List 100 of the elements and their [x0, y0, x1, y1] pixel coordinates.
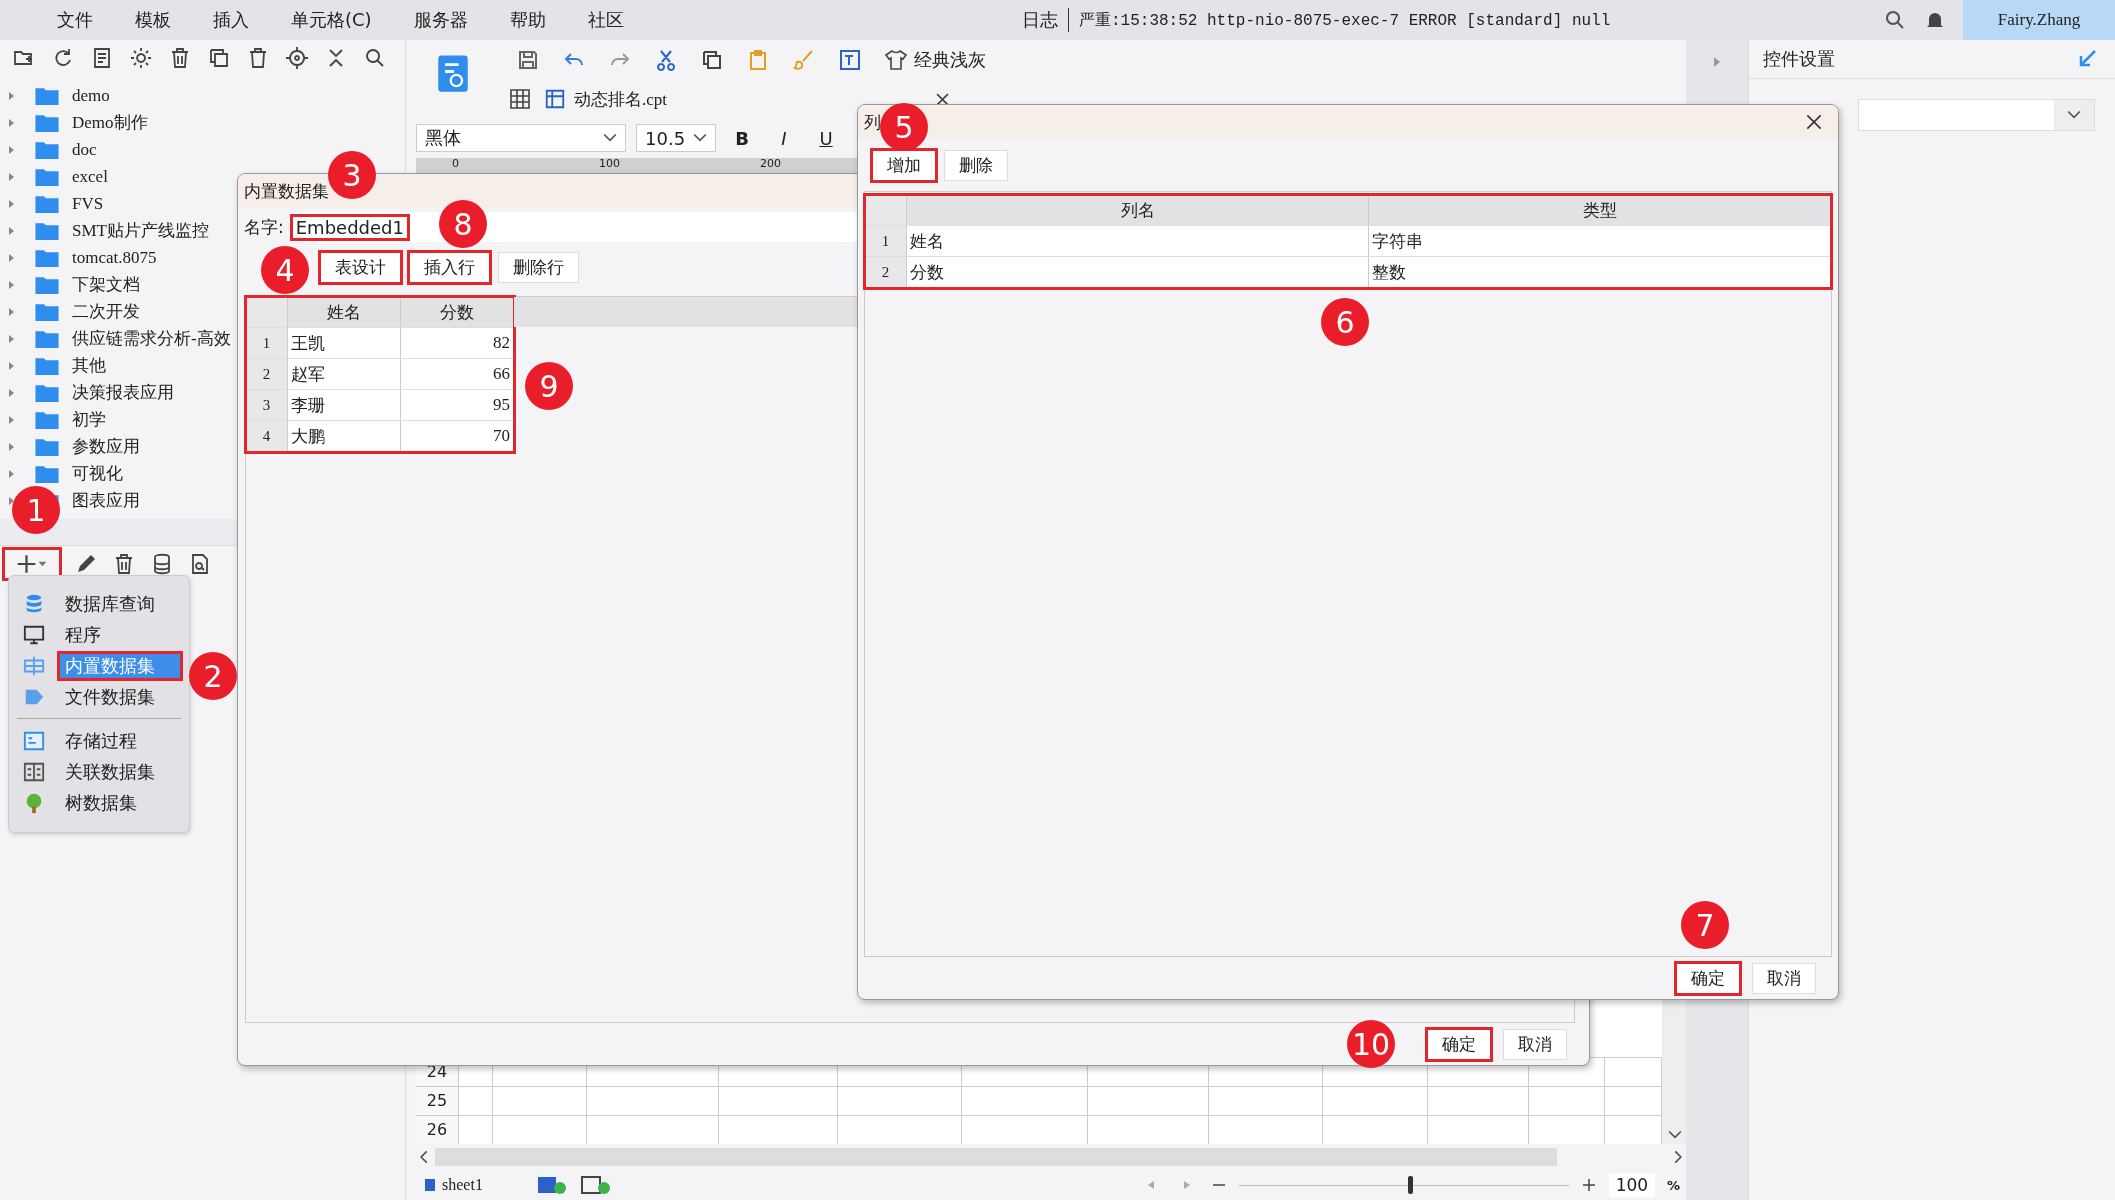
table-cell[interactable]: 70	[401, 421, 514, 451]
tree-item[interactable]: FVS	[72, 193, 104, 214]
scroll-right-icon[interactable]	[1673, 1150, 1682, 1164]
menu-item[interactable]: 社区	[566, 8, 645, 32]
menu-item[interactable]: 单元格(C)	[270, 8, 393, 32]
expand-arrow-icon[interactable]	[8, 468, 16, 479]
table-cell[interactable]: 字符串	[1369, 226, 1831, 256]
format-button[interactable]: B	[726, 127, 758, 149]
column-header[interactable]: 姓名	[288, 297, 401, 327]
toolbar-button[interactable]: 增加	[872, 149, 936, 181]
tree-item[interactable]: 二次开发	[72, 300, 140, 323]
add-sheet-icon[interactable]	[536, 1175, 568, 1195]
table-cell[interactable]: 66	[401, 359, 514, 389]
close-icon[interactable]	[936, 92, 949, 106]
table-cell[interactable]: 姓名	[907, 226, 1369, 256]
slider-thumb[interactable]	[1407, 1176, 1413, 1194]
close-icon[interactable]	[1806, 114, 1822, 130]
font-size-dropdown[interactable]: 10.5	[636, 124, 716, 152]
corner-cell[interactable]	[865, 195, 907, 225]
table-cell[interactable]: 82	[401, 328, 514, 358]
tree-item[interactable]: 图表应用	[72, 489, 140, 512]
table-cell[interactable]: 分数	[907, 257, 1369, 287]
expand-arrow-icon[interactable]	[8, 414, 16, 425]
target-icon[interactable]	[285, 46, 309, 70]
table-cell[interactable]: 95	[401, 390, 514, 420]
tree-item[interactable]: SMT贴片产线监控	[72, 219, 209, 242]
user-name[interactable]: Fairy.Zhang	[1963, 0, 2115, 40]
corner-cell[interactable]	[246, 297, 288, 327]
dialog-button[interactable]: 确定	[1676, 962, 1740, 994]
dialog-button[interactable]: 取消	[1503, 1028, 1567, 1060]
grid-icon[interactable]	[508, 87, 532, 111]
menu-item[interactable]: 存储过程	[59, 727, 181, 754]
add-form-icon[interactable]	[580, 1175, 612, 1195]
tree-item[interactable]: 决策报表应用	[72, 381, 174, 404]
tree-item[interactable]: 初学	[72, 408, 106, 431]
menu-item[interactable]: 数据库查询	[59, 590, 181, 617]
menu-item[interactable]: 帮助	[488, 8, 567, 32]
save-icon[interactable]	[516, 48, 540, 72]
expand-arrow-icon[interactable]	[8, 441, 16, 452]
menu-item[interactable]: 服务器	[392, 8, 489, 32]
tree-item[interactable]: 其他	[72, 354, 106, 377]
add-dropdown-button[interactable]	[4, 549, 60, 579]
table-cell[interactable]: 整数	[1369, 257, 1831, 287]
expand-arrow-icon[interactable]	[8, 90, 16, 101]
table-cell[interactable]: 王凯	[288, 328, 401, 358]
expand-arrow-icon[interactable]	[8, 225, 16, 236]
toolbar-button[interactable]: 删除	[944, 149, 1008, 181]
expand-arrow-icon[interactable]	[8, 333, 16, 344]
tree-item[interactable]: tomcat.8075	[72, 247, 157, 268]
expand-arrow-icon[interactable]	[1713, 56, 1721, 68]
tree-item[interactable]: excel	[72, 166, 108, 187]
log-label[interactable]: 日志	[1022, 8, 1069, 32]
tree-item[interactable]: 供应链需求分析-高效	[72, 327, 231, 350]
expand-arrow-icon[interactable]	[8, 306, 16, 317]
expand-arrow-icon[interactable]	[8, 387, 16, 398]
tree-item[interactable]: demo	[72, 85, 110, 106]
expand-arrow-icon[interactable]	[8, 495, 16, 506]
expand-arrow-icon[interactable]	[8, 117, 16, 128]
zoom-in-icon[interactable]	[1580, 1177, 1597, 1193]
dropdown-field[interactable]	[1858, 99, 2095, 131]
scroll-down-icon[interactable]	[1668, 1130, 1682, 1140]
expand-arrow-icon[interactable]	[8, 279, 16, 290]
menu-item[interactable]: 关联数据集	[59, 758, 181, 785]
expand-arrow-icon[interactable]	[8, 198, 16, 209]
dialog-button[interactable]: 取消	[1752, 962, 1816, 994]
tree-item[interactable]: 下架文档	[72, 273, 140, 296]
toolbar-button[interactable]: 插入行	[409, 251, 490, 283]
style-button[interactable]: 经典浅灰	[884, 48, 986, 72]
tree-item[interactable]: 参数应用	[72, 435, 140, 458]
toolbar-button[interactable]: 表设计	[320, 251, 401, 283]
expand-arrow-icon[interactable]	[8, 252, 16, 263]
tree-item[interactable]: 可视化	[72, 462, 123, 485]
table-cell[interactable]: 李珊	[288, 390, 401, 420]
table-cell[interactable]: 大鹏	[288, 421, 401, 451]
copy-icon[interactable]	[207, 46, 231, 70]
font-dropdown[interactable]: 黑体	[416, 124, 626, 152]
format-button[interactable]: I	[768, 127, 800, 149]
menu-item[interactable]: 文件数据集	[59, 683, 181, 710]
expand-arrow-icon[interactable]	[8, 360, 16, 371]
toolbar-button[interactable]: 删除行	[498, 251, 579, 283]
menu-item[interactable]: 树数据集	[59, 789, 181, 816]
expand-arrow-icon[interactable]	[8, 171, 16, 182]
scissors-icon[interactable]	[654, 48, 678, 72]
text-frame-icon[interactable]	[838, 48, 862, 72]
column-header[interactable]: 列名	[907, 195, 1369, 225]
menu-item[interactable]: 程序	[59, 621, 181, 648]
menu-item[interactable]: 文件	[36, 8, 114, 32]
zoom-field[interactable]: 100	[1608, 1173, 1655, 1197]
table-cell[interactable]: 赵军	[288, 359, 401, 389]
menu-item[interactable]: 插入	[192, 8, 270, 32]
format-button[interactable]: U	[810, 127, 842, 149]
tree-item[interactable]: doc	[72, 139, 97, 160]
menu-item[interactable]: 模板	[114, 8, 192, 32]
column-header[interactable]: 类型	[1369, 195, 1831, 225]
tree-item[interactable]: Demo制作	[72, 111, 148, 134]
copy-icon[interactable]	[700, 48, 724, 72]
dialog-button[interactable]: 确定	[1427, 1028, 1491, 1060]
expand-arrow-icon[interactable]	[8, 144, 16, 155]
sheet-tab[interactable]: sheet1	[424, 1176, 524, 1194]
scroll-left-icon[interactable]	[420, 1150, 429, 1164]
